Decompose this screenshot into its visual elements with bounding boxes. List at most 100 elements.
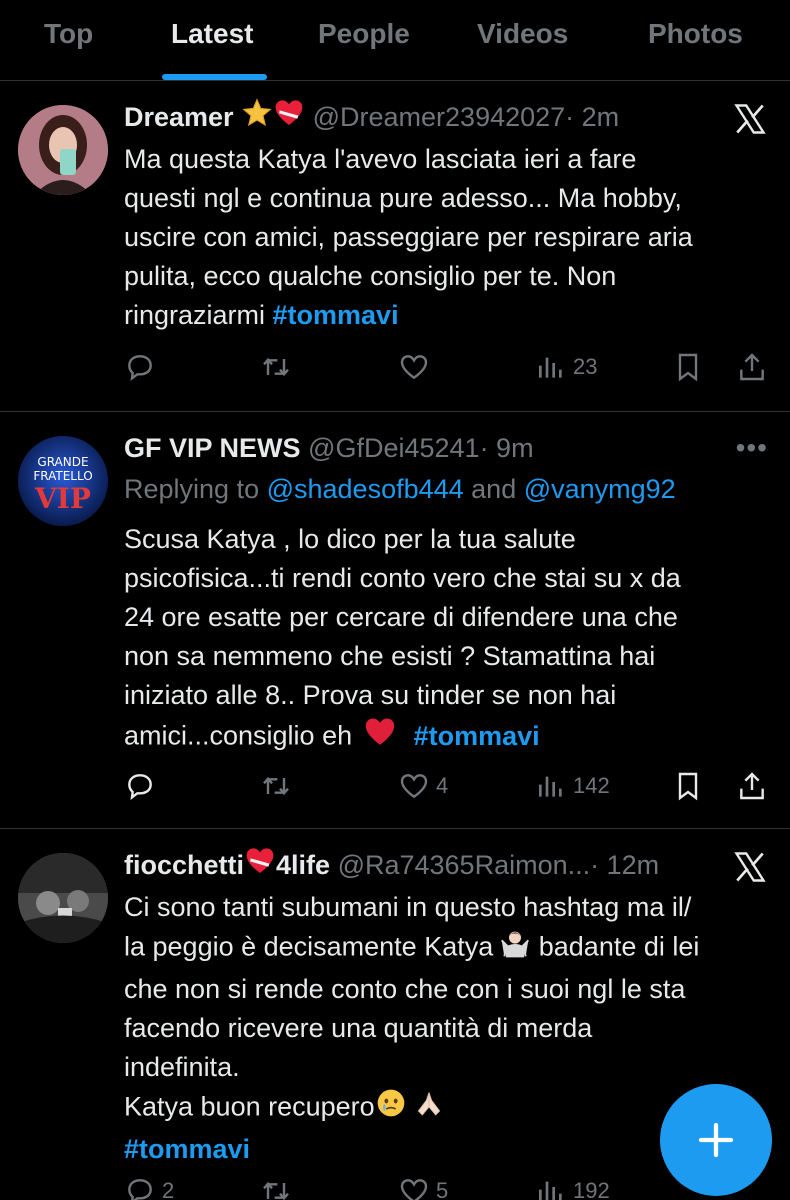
- views-button[interactable]: 142: [535, 766, 610, 806]
- red-heart-emoji-icon: [360, 715, 400, 760]
- avatar[interactable]: [18, 105, 108, 195]
- text-line: badante di lei: [531, 931, 700, 962]
- views-button[interactable]: 23: [535, 347, 597, 387]
- bookmark-button[interactable]: [672, 766, 704, 806]
- views-button[interactable]: 192: [535, 1171, 610, 1200]
- views-icon: [539, 357, 562, 378]
- tab-people[interactable]: People: [318, 18, 410, 50]
- reply-icon: [128, 774, 152, 800]
- retweet-icon: [263, 1181, 289, 1200]
- like-button[interactable]: 5: [398, 1171, 448, 1200]
- avatar[interactable]: GRANDE FRATELLO VIP: [18, 436, 108, 526]
- tweet-header: Dreamer @Dreamer23942027· 2m: [124, 97, 700, 137]
- text-line: Ma questa Katya l'avevo lasciata ieri a …: [124, 144, 637, 174]
- hashtag-link[interactable]: #tommavi: [124, 1134, 250, 1164]
- reply-button[interactable]: 2: [124, 1171, 174, 1200]
- share-button[interactable]: [736, 766, 768, 806]
- text-line: Ci sono tanti subumani in questo hashtag…: [124, 892, 692, 922]
- heart-icon: [400, 1179, 428, 1200]
- mention-link[interactable]: @vanymg92: [524, 474, 676, 504]
- tweet[interactable]: Dreamer @Dreamer23942027· 2m Ma questa K…: [0, 81, 790, 412]
- retweet-button[interactable]: [260, 347, 298, 387]
- timestamp[interactable]: · 9m: [480, 433, 534, 463]
- bookmark-button[interactable]: [672, 347, 704, 387]
- handle[interactable]: @Ra74365Raimon...: [338, 850, 591, 880]
- avatar[interactable]: [18, 853, 108, 943]
- text-line: la peggio è decisamente Katya: [124, 931, 494, 962]
- heart-icon: [400, 355, 428, 380]
- replying-to: Replying to @shadesofb444 and @vanymg92: [124, 474, 676, 505]
- tweet-header: fiocchetti 4life @Ra74365Raimon...· 12m: [124, 845, 700, 885]
- active-tab-indicator: [162, 74, 267, 80]
- text-line: che non si rende conto che con i suoi ng…: [124, 974, 686, 1004]
- svg-text:GRANDE: GRANDE: [37, 455, 88, 469]
- text-line: questi ngl e continua pure adesso... Ma …: [124, 183, 682, 213]
- text-line: amici...consiglio eh: [124, 720, 360, 751]
- heart-icon: [400, 774, 428, 799]
- retweet-icon: [263, 357, 289, 377]
- tweet[interactable]: GRANDE FRATELLO VIP GF VIP NEWS @GfDei45…: [0, 412, 790, 829]
- timestamp[interactable]: · 2m: [565, 102, 619, 132]
- tweet-text: Ma questa Katya l'avevo lasciata ieri a …: [124, 140, 774, 335]
- bookmark-icon: [678, 772, 698, 801]
- replying-prefix: Replying to: [124, 474, 267, 504]
- views-count: 23: [573, 354, 598, 379]
- reply-icon: [128, 1179, 152, 1200]
- like-button[interactable]: 4: [398, 766, 448, 806]
- text-line: 24 ore esatte per cercare di difendere u…: [124, 602, 678, 632]
- tab-videos[interactable]: Videos: [477, 18, 568, 50]
- text-line: psicofisica...ti rendi conto vero che st…: [124, 563, 681, 593]
- hashtag-link[interactable]: #tommavi: [273, 300, 399, 330]
- text-line: pulita, ecco qualche consiglio per te. N…: [124, 261, 617, 291]
- retweet-icon: [263, 776, 289, 796]
- views-count: 192: [573, 1178, 610, 1200]
- retweet-button[interactable]: [260, 766, 298, 806]
- like-count: 4: [436, 773, 449, 798]
- text-line: indefinita.: [124, 1052, 240, 1082]
- folded-hands-emoji-icon: [411, 1087, 447, 1130]
- tab-photos[interactable]: Photos: [648, 18, 743, 50]
- tweet-text: Scusa Katya , lo dico per la tua salute …: [124, 520, 774, 760]
- replying-and: and: [463, 474, 524, 504]
- star-emoji-icon: [241, 97, 273, 137]
- plus-icon: [698, 1122, 734, 1158]
- share-button[interactable]: [736, 347, 768, 387]
- views-icon: [539, 1181, 562, 1200]
- timestamp[interactable]: · 12m: [590, 850, 659, 880]
- mending-heart-emoji-icon: [273, 97, 305, 137]
- svg-text:FRATELLO: FRATELLO: [33, 469, 92, 483]
- mention-link[interactable]: @shadesofb444: [267, 474, 464, 504]
- text-line: Scusa Katya , lo dico per la tua salute: [124, 524, 576, 554]
- compose-button[interactable]: [660, 1084, 772, 1196]
- tab-latest[interactable]: Latest: [171, 18, 253, 50]
- text-line: facendo ricevere una quantità di merda: [124, 1013, 593, 1043]
- more-icon[interactable]: •••: [736, 432, 768, 464]
- retweet-button[interactable]: [260, 1171, 298, 1200]
- display-name[interactable]: fiocchetti 4life: [124, 848, 331, 880]
- bookmark-icon: [678, 353, 698, 382]
- text-line: ringraziarmi: [124, 300, 273, 330]
- display-name[interactable]: Dreamer: [124, 102, 234, 132]
- face-holding-back-tears-emoji-icon: [375, 1087, 407, 1130]
- like-button[interactable]: [398, 347, 436, 387]
- mending-heart-emoji-icon: [244, 845, 276, 885]
- display-name-part: 4life: [276, 850, 331, 880]
- svg-text:VIP: VIP: [34, 482, 91, 515]
- reply-icon: [128, 355, 152, 381]
- like-count: 5: [436, 1178, 449, 1200]
- views-icon: [539, 776, 562, 797]
- action-bar: 2 5 192: [0, 1171, 790, 1200]
- action-bar: 23: [0, 347, 790, 387]
- tweet-header: GF VIP NEWS @GfDei45241· 9m: [124, 428, 700, 468]
- reply-button[interactable]: [124, 347, 162, 387]
- reply-button[interactable]: [124, 766, 162, 806]
- reply-count: 2: [162, 1178, 175, 1200]
- x-logo-icon: [734, 852, 766, 882]
- display-name[interactable]: GF VIP NEWS: [124, 433, 301, 463]
- hashtag-link[interactable]: #tommavi: [414, 721, 540, 751]
- handle[interactable]: @Dreamer23942027: [313, 102, 566, 132]
- tab-bar: Top Latest People Videos Photos: [0, 0, 790, 81]
- share-icon: [740, 772, 764, 800]
- handle[interactable]: @GfDei45241: [308, 433, 480, 463]
- tab-top[interactable]: Top: [44, 18, 93, 50]
